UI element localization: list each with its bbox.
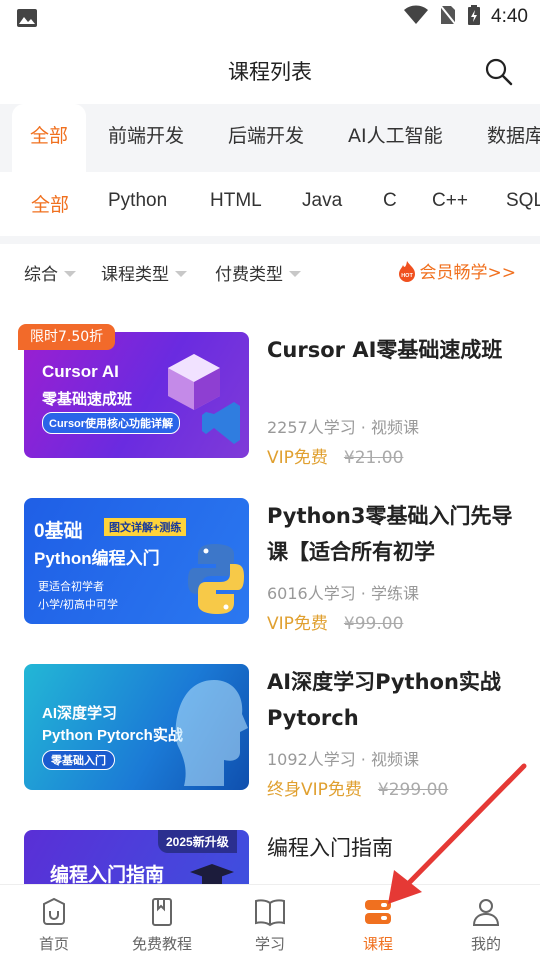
python-logo-icon (188, 544, 244, 614)
subcategory-tab-all[interactable]: 全部 (31, 190, 69, 217)
vip-free-label: VIP免费 (267, 614, 328, 634)
vip-membership-link[interactable]: HOT 会员畅学>> (398, 258, 517, 283)
course-meta: 2257人学习 · 视频课 (267, 418, 419, 437)
category-tab-backend[interactable]: 后端开发 (228, 104, 304, 172)
nav-courses[interactable]: 课程 (324, 897, 432, 954)
thumbnail-text: Cursor AI (42, 362, 119, 381)
course-meta: 6016人学习 · 学练课 (267, 584, 419, 603)
caret-down-icon (175, 271, 187, 277)
subcategory-tab-python[interactable]: Python (108, 190, 167, 212)
course-price: 终身VIP免费 ¥299.00 (267, 775, 448, 800)
course-type-filter[interactable]: 课程类型 (101, 260, 187, 285)
nav-home[interactable]: 首页 (0, 897, 108, 954)
nav-label: 课程 (362, 935, 393, 953)
vip-free-label: 终身VIP免费 (267, 780, 362, 800)
course-price: VIP免费 ¥99.00 (267, 609, 403, 634)
category-tab-frontend[interactable]: 前端开发 (108, 104, 184, 172)
sort-filter-label: 综合 (24, 265, 58, 285)
course-stack-icon (365, 900, 391, 924)
thumbnail-text: 0基础 (34, 521, 83, 542)
thumbnail-text: 编程入门指南 (50, 865, 165, 884)
search-icon (485, 58, 513, 86)
thumbnail-text: 更适合初学者 (38, 581, 104, 593)
section-divider (0, 236, 540, 244)
subcategory-tab-html[interactable]: HTML (210, 190, 262, 212)
ai-head-icon (175, 680, 248, 786)
vip-link-label: 会员畅学>> (419, 263, 517, 283)
nav-label: 首页 (38, 935, 69, 953)
filter-bar: 综合 课程类型 付费类型 HOT 会员畅学>> (0, 256, 540, 290)
status-time: 4:40 (491, 6, 528, 27)
user-icon (472, 899, 500, 926)
pay-type-filter-label: 付费类型 (215, 265, 283, 285)
thumbnail-text: Python Pytorch实战 (42, 727, 183, 744)
category-tabs: 全部 前端开发 后端开发 AI人工智能 数据库 (0, 104, 540, 172)
original-price: ¥21.00 (343, 448, 404, 468)
course-price: VIP免费 ¥21.00 (267, 443, 403, 468)
course-item[interactable]: Cursor AI 零基础速成班 Cursor使用核心功能详解 限时7.50折 … (0, 324, 540, 474)
subcategory-tabs: 全部 Python HTML Java C C++ SQL (0, 172, 540, 236)
nav-label: 免费教程 (131, 935, 192, 953)
nav-label: 学习 (254, 935, 285, 953)
book-open-icon (255, 899, 285, 927)
nav-free-tutorials[interactable]: 免费教程 (108, 897, 216, 954)
bottom-navigation: 首页 免费教程 学习 课程 我的 (0, 884, 540, 960)
thumbnail-text: 零基础速成班 (42, 391, 133, 408)
pay-type-filter[interactable]: 付费类型 (215, 260, 301, 285)
nav-study[interactable]: 学习 (216, 897, 324, 954)
subcategory-tab-sql[interactable]: SQL (506, 190, 540, 212)
page-title: 课程列表 (228, 60, 312, 84)
course-item[interactable]: AI深度学习 Python Pytorch实战 零基础入门 AI深度学习Pyth… (0, 656, 540, 806)
status-bar: 4:40 (0, 0, 540, 36)
course-item[interactable]: 0基础 图文详解+测练 Python编程入门 更适合初学者 小学/初高中可学 P… (0, 490, 540, 640)
svg-text:HOT: HOT (401, 273, 413, 279)
wifi-icon (403, 5, 429, 29)
caret-down-icon (289, 271, 301, 277)
thumbnail-text: AI深度学习 (42, 705, 118, 722)
gallery-notification-icon (16, 8, 38, 32)
category-tab-all[interactable]: 全部 (12, 104, 87, 172)
bookmark-icon (152, 898, 172, 926)
thumbnail-text: 小学/初高中可学 (38, 599, 119, 611)
graduation-cap-icon (190, 864, 234, 884)
course-thumbnail: Cursor AI 零基础速成班 Cursor使用核心功能详解 (24, 332, 249, 458)
subcategory-tab-c[interactable]: C (383, 190, 397, 212)
sort-filter[interactable]: 综合 (24, 260, 76, 285)
course-title: AI深度学习Python实战Pytorch (267, 670, 501, 730)
category-tab-ai[interactable]: AI人工智能 (348, 104, 443, 172)
thumbnail-tag: 图文详解+测练 (104, 518, 187, 536)
course-title: 编程入门指南 (267, 836, 393, 860)
course-thumbnail: 0基础 图文详解+测练 Python编程入门 更适合初学者 小学/初高中可学 (24, 498, 249, 624)
course-thumbnail: AI深度学习 Python Pytorch实战 零基础入门 (24, 664, 249, 790)
course-title: Cursor AI零基础速成班 (267, 338, 503, 362)
original-price: ¥99.00 (343, 614, 404, 634)
search-button[interactable] (484, 57, 514, 87)
page-header: 课程列表 (0, 40, 540, 100)
category-tab-database[interactable]: 数据库 (487, 104, 540, 172)
home-icon (43, 897, 65, 925)
battery-charging-icon (467, 4, 481, 30)
thumbnail-text: Python编程入门 (34, 549, 160, 568)
course-thumbnail: 编程入门指南 2025新升级 (24, 830, 249, 884)
thumbnail-pill: Cursor使用核心功能详解 (42, 412, 181, 434)
subcategory-tab-java[interactable]: Java (302, 190, 342, 212)
nav-label: 我的 (470, 935, 501, 953)
vip-free-label: VIP免费 (267, 448, 328, 468)
original-price: ¥299.00 (377, 780, 449, 800)
course-item[interactable]: 编程入门指南 2025新升级 编程入门指南 (0, 822, 540, 884)
course-meta: 1092人学习 · 视频课 (267, 750, 419, 769)
cube-logo-icon (168, 354, 240, 444)
course-title: Python3零基础入门先导课【适合所有初学 (267, 504, 513, 564)
caret-down-icon (64, 271, 76, 277)
subcategory-tab-cpp[interactable]: C++ (432, 190, 468, 212)
discount-badge: 限时7.50折 (18, 324, 116, 350)
thumbnail-pill: 零基础入门 (42, 750, 115, 770)
course-type-filter-label: 课程类型 (101, 265, 169, 285)
thumbnail-badge: 2025新升级 (158, 830, 237, 853)
hot-flame-icon: HOT (398, 260, 415, 282)
nav-profile[interactable]: 我的 (432, 897, 540, 954)
no-sim-icon (439, 4, 457, 30)
